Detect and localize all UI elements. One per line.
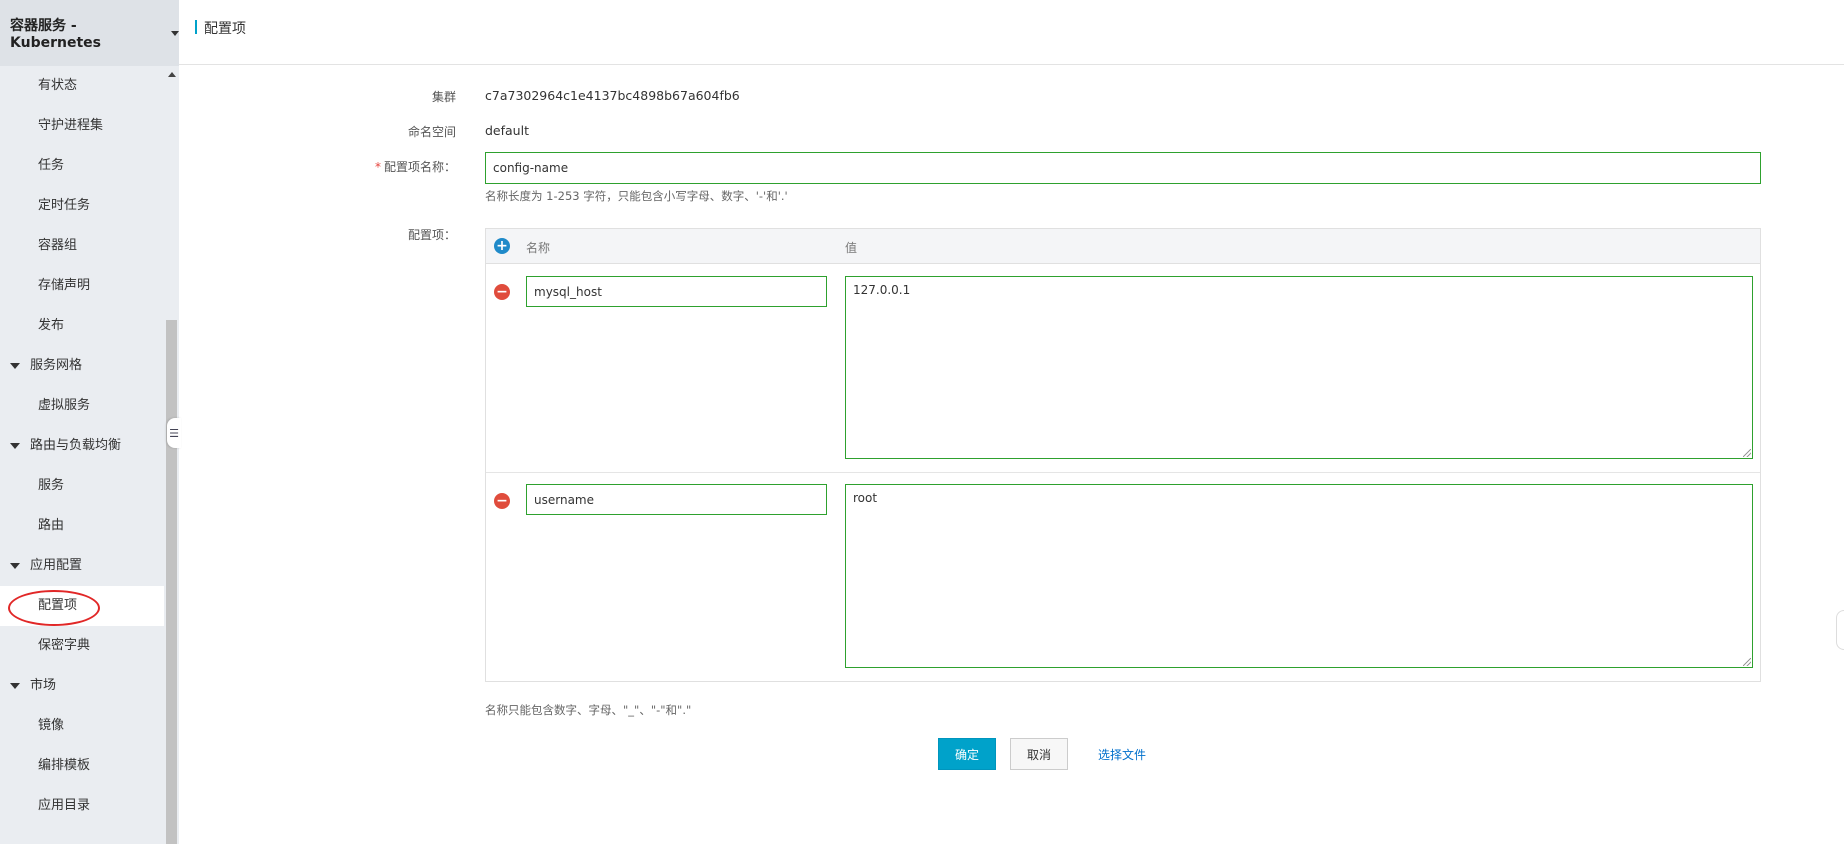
annotation-circle xyxy=(8,590,100,626)
sidebar-nav: 有状态守护进程集任务定时任务容器组存储声明发布服务网格虚拟服务路由与负载均衡服务… xyxy=(0,66,164,844)
sidebar-item[interactable]: 镜像 xyxy=(0,706,164,746)
item-name-value: mysql_host xyxy=(534,284,602,299)
sidebar-group[interactable]: 应用配置 xyxy=(0,546,164,586)
sidebar-item[interactable]: 路由 xyxy=(0,506,164,546)
resize-grip-icon[interactable] xyxy=(1743,658,1751,666)
config-name-label-text: 配置项名称： xyxy=(383,160,456,174)
item-name-input[interactable]: username xyxy=(526,484,827,515)
caret-down-icon xyxy=(10,563,20,569)
collapse-sidebar-icon[interactable]: ☰ xyxy=(167,418,181,448)
sidebar: 容器服务 - Kubernetes 有状态守护进程集任务定时任务容器组存储声明发… xyxy=(0,0,181,844)
caret-down-icon xyxy=(10,443,20,449)
sidebar-item-label: 容器组 xyxy=(38,238,78,253)
caret-down-icon xyxy=(10,683,20,689)
sidebar-item-label: 存储声明 xyxy=(38,278,91,293)
sidebar-item-label: 任务 xyxy=(38,158,65,173)
sidebar-group-label: 市场 xyxy=(30,678,57,693)
confirm-button[interactable]: 确定 xyxy=(938,738,996,770)
sidebar-item-label: 定时任务 xyxy=(38,198,91,213)
table-row: − username root xyxy=(486,473,1760,681)
sidebar-group[interactable]: 市场 xyxy=(0,666,164,706)
product-switcher[interactable]: 容器服务 - Kubernetes xyxy=(0,0,179,66)
sidebar-item[interactable]: 保密字典 xyxy=(0,626,164,666)
config-name-input[interactable]: config-name xyxy=(485,152,1761,184)
sidebar-group-label: 应用配置 xyxy=(30,558,83,573)
sidebar-item-label: 守护进程集 xyxy=(38,118,104,133)
sidebar-item-label: 编排模板 xyxy=(38,758,91,773)
sidebar-item-label: 路由 xyxy=(38,518,65,533)
minus-icon: − xyxy=(496,493,508,509)
config-name-value: config-name xyxy=(493,161,569,175)
sidebar-group-label: 服务网格 xyxy=(30,358,83,373)
cluster-label: 集群 xyxy=(431,90,456,104)
config-items-table: + 名称 值 − mysql_host 127.0.0.1 − username… xyxy=(485,228,1761,682)
select-file-link[interactable]: 选择文件 xyxy=(1090,738,1154,770)
sidebar-item-label: 保密字典 xyxy=(38,638,91,653)
sidebar-item[interactable]: 任务 xyxy=(0,146,164,186)
sidebar-group[interactable]: 路由与负载均衡 xyxy=(0,426,164,466)
config-items-label: 配置项： xyxy=(407,228,456,242)
floating-side-tab[interactable] xyxy=(1836,610,1844,650)
sidebar-item[interactable]: 编排模板 xyxy=(0,746,164,786)
sidebar-item-label: 发布 xyxy=(38,318,65,333)
namespace-value: default xyxy=(485,123,529,138)
column-header-value: 值 xyxy=(845,241,858,255)
minus-icon: − xyxy=(496,284,508,300)
sidebar-item[interactable]: 发布 xyxy=(0,306,164,346)
caret-down-icon xyxy=(10,363,20,369)
sidebar-scrollbar[interactable] xyxy=(164,66,179,844)
resize-grip-icon[interactable] xyxy=(1743,449,1751,457)
sidebar-item[interactable]: 容器组 xyxy=(0,226,164,266)
sidebar-item-label: 虚拟服务 xyxy=(38,398,91,413)
sidebar-item[interactable]: 守护进程集 xyxy=(0,106,164,146)
item-value-textarea[interactable]: root xyxy=(845,484,1753,668)
sidebar-item-label: 服务 xyxy=(38,478,65,493)
remove-item-button[interactable]: − xyxy=(494,284,510,300)
sidebar-item[interactable]: 配置项 xyxy=(0,586,164,626)
item-name-value: username xyxy=(534,492,594,507)
item-value-text: root xyxy=(853,491,878,505)
column-header-name: 名称 xyxy=(526,241,551,255)
remove-item-button[interactable]: − xyxy=(494,493,510,509)
sidebar-item-label: 有状态 xyxy=(38,78,78,93)
sidebar-item-label: 应用目录 xyxy=(38,798,91,813)
config-name-label: * 配置项名称： xyxy=(176,158,456,175)
config-items-hint: 名称只能包含数字、字母、"_"、"-"和"." xyxy=(485,703,692,717)
sidebar-item[interactable]: 定时任务 xyxy=(0,186,164,226)
required-marker: * xyxy=(374,160,381,174)
item-value-text: 127.0.0.1 xyxy=(853,283,911,297)
sidebar-item-label: 镜像 xyxy=(38,718,65,733)
page-title: 配置项 xyxy=(204,21,246,37)
title-accent-bar xyxy=(195,20,197,34)
item-name-input[interactable]: mysql_host xyxy=(526,276,827,307)
table-header: + 名称 值 xyxy=(486,229,1760,264)
config-name-hint: 名称长度为 1-253 字符，只能包含小写字母、数字、'-'和'.' xyxy=(485,189,788,203)
namespace-label: 命名空间 xyxy=(407,125,456,139)
scroll-up-arrow-icon[interactable] xyxy=(168,72,176,77)
sidebar-item[interactable]: 应用目录 xyxy=(0,786,164,826)
table-row: − mysql_host 127.0.0.1 xyxy=(486,264,1760,473)
add-item-button[interactable]: + xyxy=(494,238,510,254)
plus-icon: + xyxy=(496,238,508,254)
sidebar-item[interactable]: 有状态 xyxy=(0,66,164,106)
sidebar-item[interactable]: 服务 xyxy=(0,466,164,506)
item-value-textarea[interactable]: 127.0.0.1 xyxy=(845,276,1753,459)
sidebar-item[interactable]: 存储声明 xyxy=(0,266,164,306)
cluster-value: c7a7302964c1e4137bc4898b67a604fb6 xyxy=(485,88,740,103)
sidebar-item[interactable]: 虚拟服务 xyxy=(0,386,164,426)
page-header: 配置项 xyxy=(179,0,1844,65)
scrollbar-thumb[interactable] xyxy=(166,320,177,844)
cancel-button[interactable]: 取消 xyxy=(1010,738,1068,770)
caret-down-icon xyxy=(171,30,179,36)
sidebar-group-label: 路由与负载均衡 xyxy=(30,438,122,453)
sidebar-group[interactable]: 服务网格 xyxy=(0,346,164,386)
product-title: 容器服务 - Kubernetes xyxy=(10,18,101,51)
